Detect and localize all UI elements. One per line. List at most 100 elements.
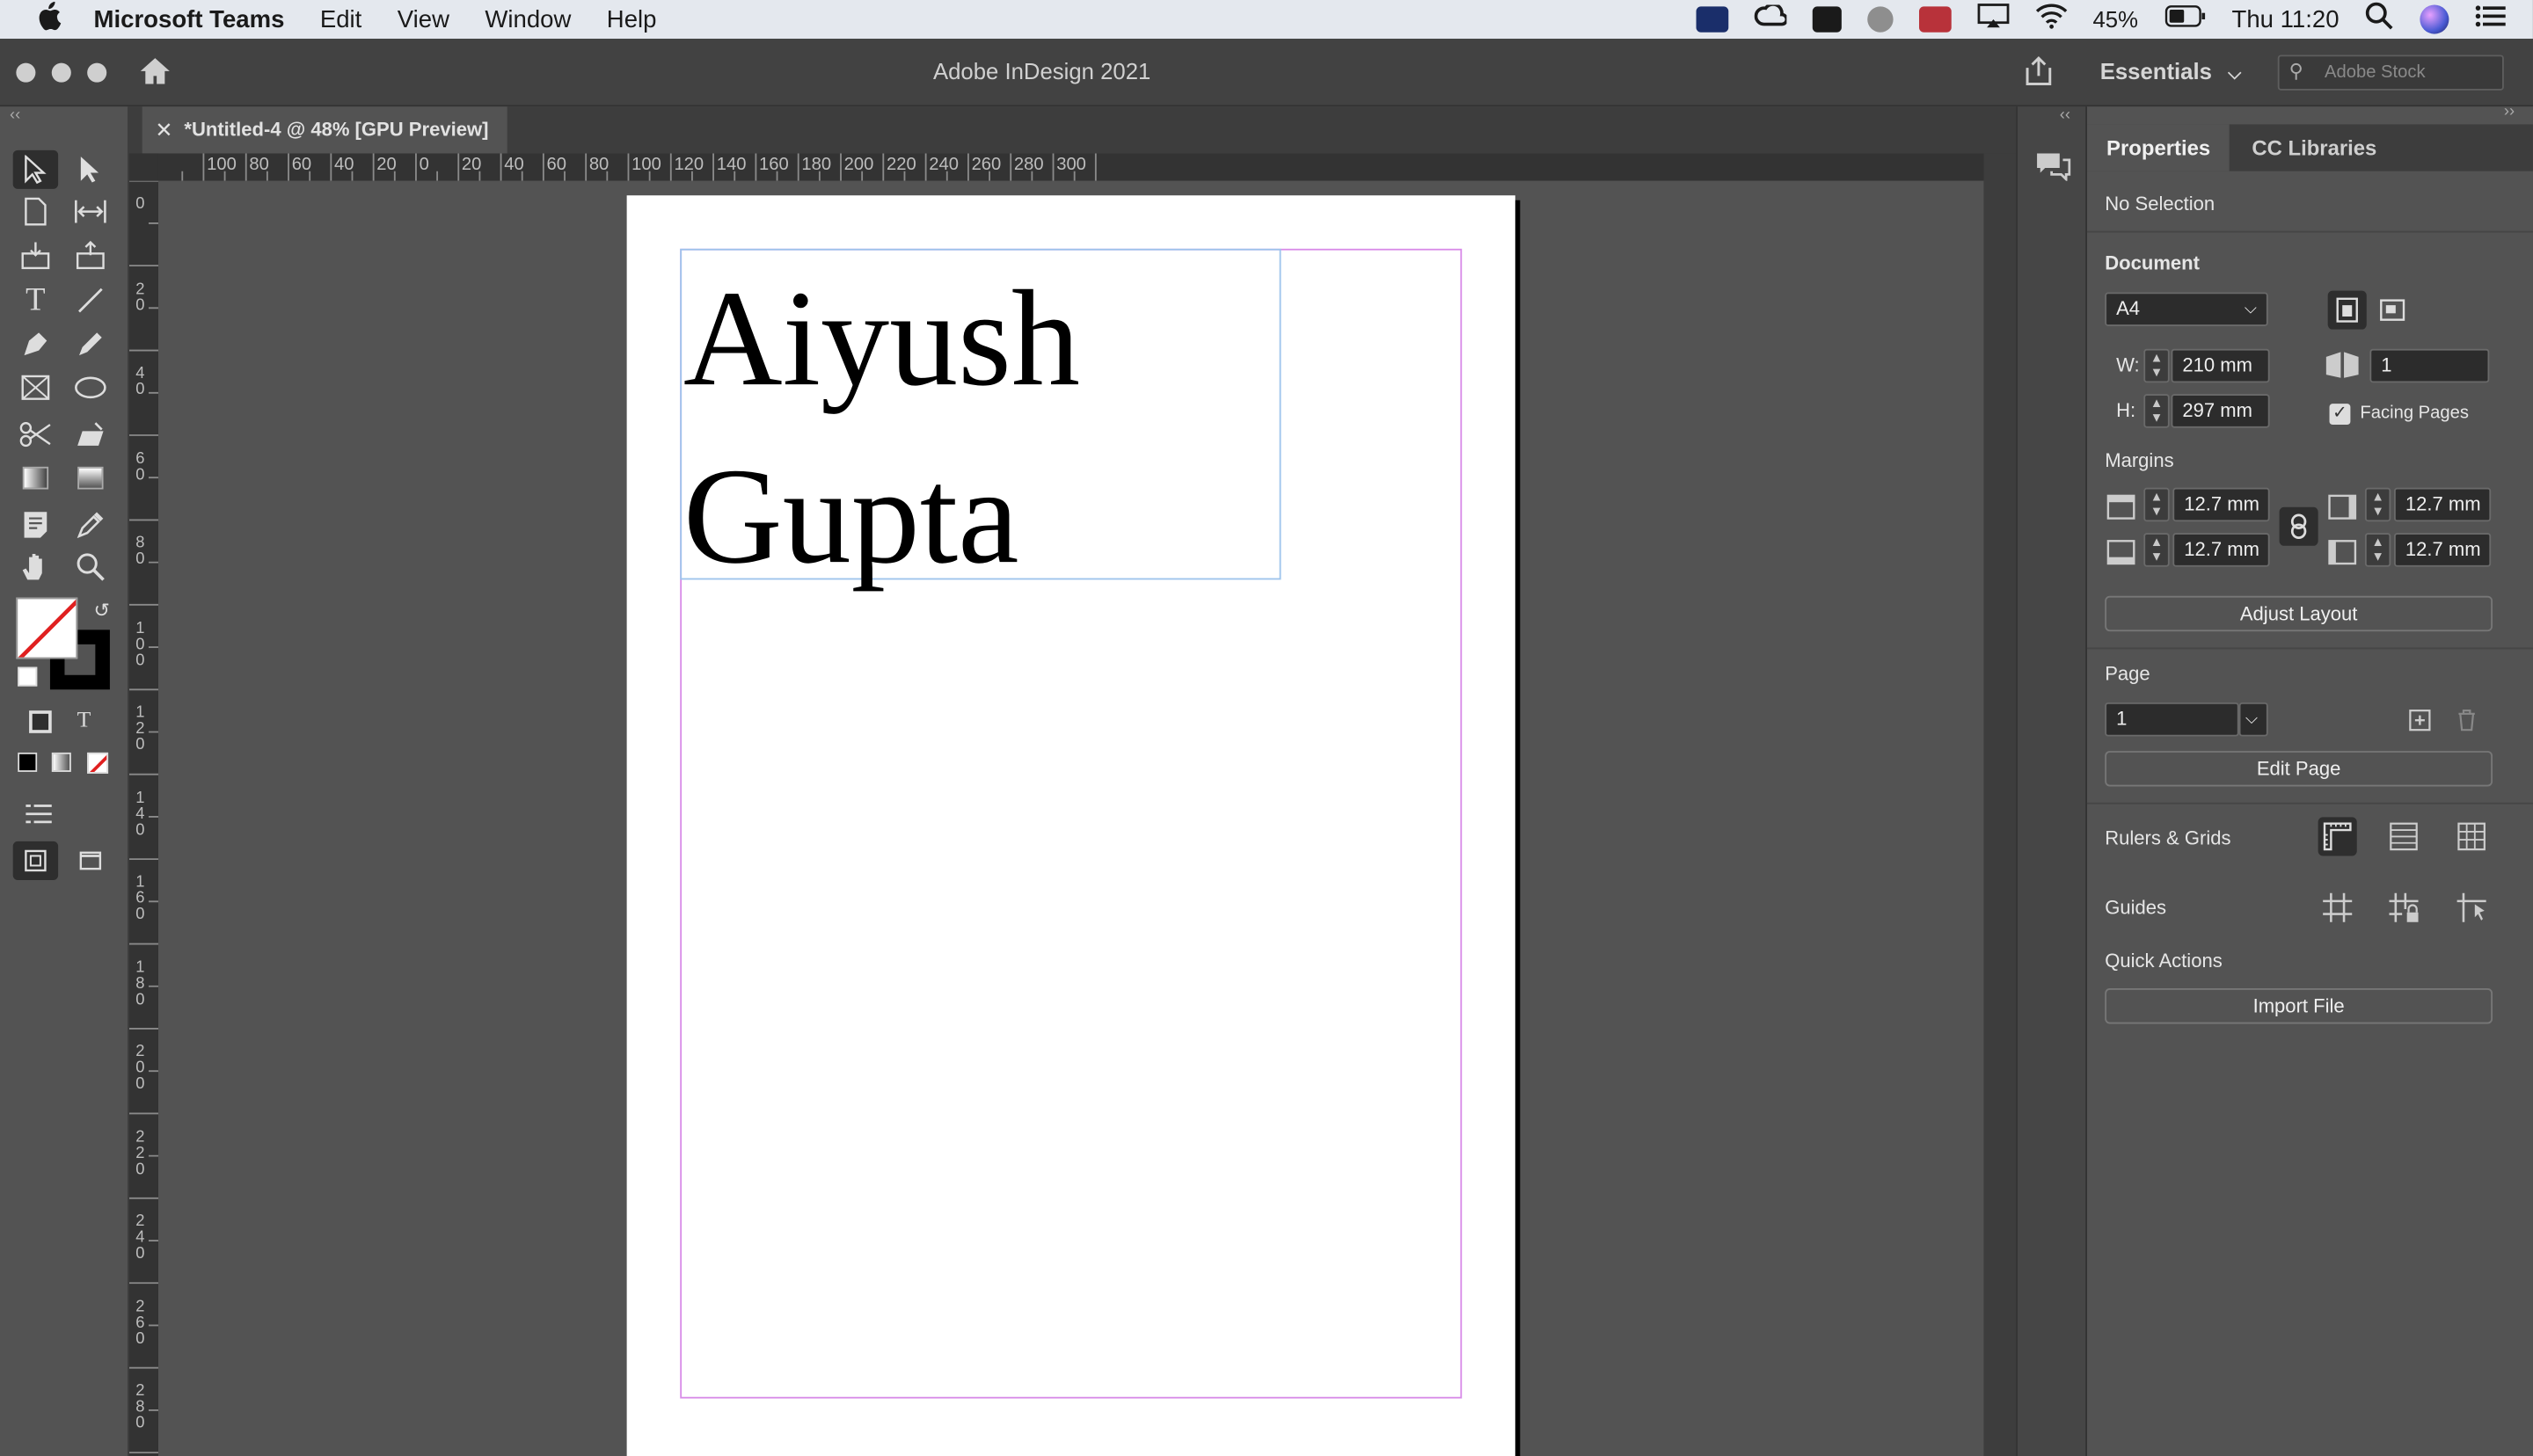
tab-properties[interactable]: Properties — [2087, 124, 2230, 171]
menu-view[interactable]: View — [398, 5, 449, 33]
eyedropper-tool-icon[interactable] — [68, 506, 113, 544]
page-select[interactable]: 1 — [2105, 702, 2239, 737]
direct-selection-tool-icon[interactable] — [68, 150, 113, 189]
airplay-icon[interactable] — [1976, 4, 2009, 36]
scissors-tool-icon[interactable] — [13, 415, 58, 454]
line-tool-icon[interactable] — [68, 281, 113, 320]
margin-top-field[interactable]: 12.7 mm — [2172, 487, 2270, 522]
spotlight-search-icon[interactable] — [2365, 2, 2394, 37]
vertical-ruler[interactable]: 0 20 40 60 80 100 120 140 160 180 200 220 240 260 280 — [128, 153, 158, 1456]
normal-view-mode-icon[interactable] — [12, 841, 59, 881]
adobe-stock-search[interactable]: ⚲ Adobe Stock — [2277, 55, 2504, 91]
type-tool-icon[interactable]: T — [13, 281, 58, 320]
status-icon[interactable] — [1866, 6, 1893, 33]
facing-pages-checkbox[interactable]: ✓ — [2329, 404, 2351, 426]
close-tab-icon[interactable]: ✕ — [155, 106, 172, 153]
apple-icon[interactable] — [35, 1, 70, 37]
gradient-feather-tool-icon[interactable] — [68, 459, 113, 498]
margin-inside-stepper[interactable]: ▲ ▼ — [2364, 487, 2391, 522]
swap-fill-stroke-icon[interactable]: ↺ — [94, 599, 110, 622]
show-guides-icon[interactable] — [2318, 888, 2357, 927]
ellipse-tool-icon[interactable] — [68, 368, 113, 407]
screen-record-icon[interactable] — [1918, 6, 1951, 33]
add-page-icon[interactable] — [2400, 701, 2439, 739]
margin-outside-stepper[interactable]: ▲ ▼ — [2364, 533, 2391, 567]
margins-section-title: Margins — [2105, 448, 2174, 472]
page-dropdown-button[interactable]: ⌵ — [2238, 702, 2268, 737]
gradient-swatch-tool-icon[interactable] — [13, 459, 58, 498]
zoom-tool-icon[interactable] — [68, 548, 113, 586]
horizontal-ruler[interactable]: 100 80 60 40 20 0 20 40 60 80 100 120 140 160 180 200 22… — [157, 153, 1984, 181]
battery-icon[interactable] — [2164, 5, 2206, 34]
portrait-orientation-icon[interactable] — [2327, 290, 2367, 330]
link-margins-icon[interactable] — [2279, 506, 2318, 546]
delete-page-icon[interactable] — [2448, 701, 2486, 739]
creative-cloud-icon[interactable] — [1753, 3, 1788, 34]
page-tool-icon[interactable] — [13, 193, 58, 231]
formatting-container-icon[interactable] — [19, 703, 62, 741]
document-tab[interactable]: ✕ *Untitled-4 @ 48% [GPU Preview] — [142, 106, 507, 154]
comments-icon[interactable] — [2035, 152, 2071, 189]
share-icon[interactable] — [2023, 55, 2055, 95]
height-field[interactable]: 297 mm — [2171, 394, 2270, 428]
formatting-text-icon[interactable]: T — [62, 703, 106, 741]
rulers-icon[interactable] — [2318, 817, 2357, 856]
margin-bottom-stepper[interactable]: ▲ ▼ — [2143, 533, 2170, 567]
margin-outside-field[interactable]: 12.7 mm — [2393, 533, 2492, 567]
pencil-tool-icon[interactable] — [68, 324, 113, 363]
content-placer-icon[interactable] — [68, 236, 113, 274]
notification-icon[interactable] — [1811, 6, 1841, 33]
margin-inside-field[interactable]: 12.7 mm — [2393, 487, 2492, 522]
content-collector-icon[interactable] — [13, 236, 58, 274]
expand-panel-icon[interactable]: ›› — [2504, 104, 2515, 121]
baseline-grid-icon[interactable] — [2384, 817, 2423, 855]
smart-guides-icon[interactable] — [2452, 888, 2491, 927]
margin-top-stepper[interactable]: ▲ ▼ — [2143, 487, 2170, 522]
ruler-label: 40 — [504, 155, 524, 175]
edit-page-button[interactable]: Edit Page — [2105, 751, 2493, 787]
free-transform-tool-icon[interactable] — [68, 415, 113, 454]
wifi-icon[interactable] — [2034, 4, 2067, 36]
pages-count-field[interactable]: 1 — [2369, 348, 2490, 383]
fill-swatch[interactable] — [16, 597, 78, 659]
width-stepper[interactable]: ▲ ▼ — [2143, 348, 2170, 383]
siri-icon[interactable] — [2420, 4, 2449, 34]
wd-drive-icon[interactable] — [1695, 6, 1728, 33]
landscape-orientation-icon[interactable] — [2373, 291, 2412, 330]
import-file-button[interactable]: Import File — [2105, 988, 2493, 1024]
menu-help[interactable]: Help — [607, 5, 657, 33]
default-fill-stroke-icon[interactable] — [18, 666, 38, 687]
lock-guides-icon[interactable] — [2384, 888, 2423, 927]
menu-app-name[interactable]: Microsoft Teams — [94, 5, 285, 33]
document-page[interactable]: Aiyush Gupta — [626, 195, 1515, 1456]
menu-window[interactable]: Window — [485, 5, 571, 33]
hand-tool-icon[interactable] — [13, 548, 58, 586]
collapse-dock-icon[interactable]: ‹‹ — [2060, 106, 2070, 124]
menu-edit[interactable]: Edit — [320, 5, 361, 33]
apply-gradient-icon[interactable] — [51, 752, 71, 772]
tab-cc-libraries[interactable]: CC Libraries — [2232, 124, 2396, 171]
vertical-scrollbar[interactable] — [1983, 153, 2017, 1456]
collapse-panel-icon[interactable]: ‹‹ — [10, 106, 20, 124]
apply-color-icon[interactable] — [18, 752, 38, 772]
rectangle-frame-tool-icon[interactable] — [13, 368, 58, 407]
control-center-icon[interactable] — [2475, 4, 2507, 36]
gap-tool-icon[interactable] — [68, 193, 113, 231]
width-field[interactable]: 210 mm — [2171, 348, 2270, 383]
layout-icon[interactable] — [16, 795, 61, 834]
menubar-clock[interactable]: Thu 11:20 — [2231, 5, 2339, 33]
page-size-select[interactable]: A4 ⌵ — [2105, 292, 2268, 327]
pasteboard[interactable]: Aiyush Gupta — [157, 180, 1984, 1456]
ruler-label: 260 — [971, 155, 1002, 175]
height-stepper[interactable]: ▲ ▼ — [2143, 394, 2170, 428]
pen-tool-icon[interactable] — [13, 324, 58, 363]
apply-none-icon[interactable] — [87, 752, 109, 774]
adjust-layout-button[interactable]: Adjust Layout — [2105, 595, 2493, 632]
text-frame[interactable]: Aiyush Gupta — [680, 248, 1281, 593]
workspace-switcher[interactable]: Essentials ⌵ — [2100, 58, 2242, 85]
document-grid-icon[interactable] — [2452, 817, 2491, 855]
screen-mode-icon[interactable] — [68, 841, 113, 880]
margin-bottom-field[interactable]: 12.7 mm — [2172, 533, 2270, 567]
note-tool-icon[interactable] — [13, 506, 58, 544]
selection-tool-icon[interactable] — [12, 149, 59, 189]
